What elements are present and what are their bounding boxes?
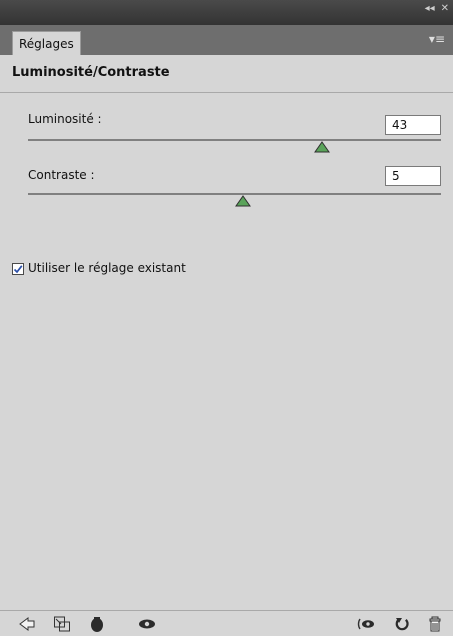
reset-icon[interactable] <box>393 615 411 633</box>
tab-adjustments[interactable]: Réglages <box>12 31 81 55</box>
view-previous-state-icon[interactable] <box>357 615 375 633</box>
panel-controls: ◂◂ ✕ <box>425 3 449 15</box>
collapse-arrow-icon[interactable]: ◂◂ <box>425 3 435 15</box>
panel-title-bar: ◂◂ ✕ <box>0 0 453 25</box>
use-existing-checkbox[interactable] <box>12 263 24 275</box>
adjustment-header: Luminosité/Contraste <box>0 55 453 93</box>
brightness-input[interactable]: 43 <box>385 115 441 135</box>
close-icon[interactable]: ✕ <box>441 3 449 15</box>
back-arrow-icon[interactable] <box>18 615 36 633</box>
contrast-slider-thumb[interactable] <box>235 195 251 207</box>
tab-row: Réglages ▾≡ <box>0 25 453 55</box>
contrast-input[interactable]: 5 <box>385 166 441 186</box>
adjustment-title: Luminosité/Contraste <box>12 65 170 80</box>
panel-footer <box>0 610 453 636</box>
brightness-label: Luminosité : <box>28 112 102 126</box>
brightness-slider-track[interactable] <box>28 139 441 141</box>
contrast-label: Contraste : <box>28 168 95 182</box>
trash-icon[interactable] <box>426 615 444 633</box>
clip-to-layer-icon[interactable] <box>53 615 71 633</box>
checkmark-icon <box>13 265 23 274</box>
visibility-eye-icon[interactable] <box>138 615 156 633</box>
brightness-slider-thumb[interactable] <box>314 141 330 153</box>
adjustments-panel: ◂◂ ✕ Réglages ▾≡ Luminosité/Contraste Lu… <box>0 0 453 636</box>
panel-menu-icon[interactable]: ▾≡ <box>429 33 445 45</box>
adjustment-layer-icon[interactable] <box>88 615 106 633</box>
use-existing-label: Utiliser le réglage existant <box>28 261 186 275</box>
